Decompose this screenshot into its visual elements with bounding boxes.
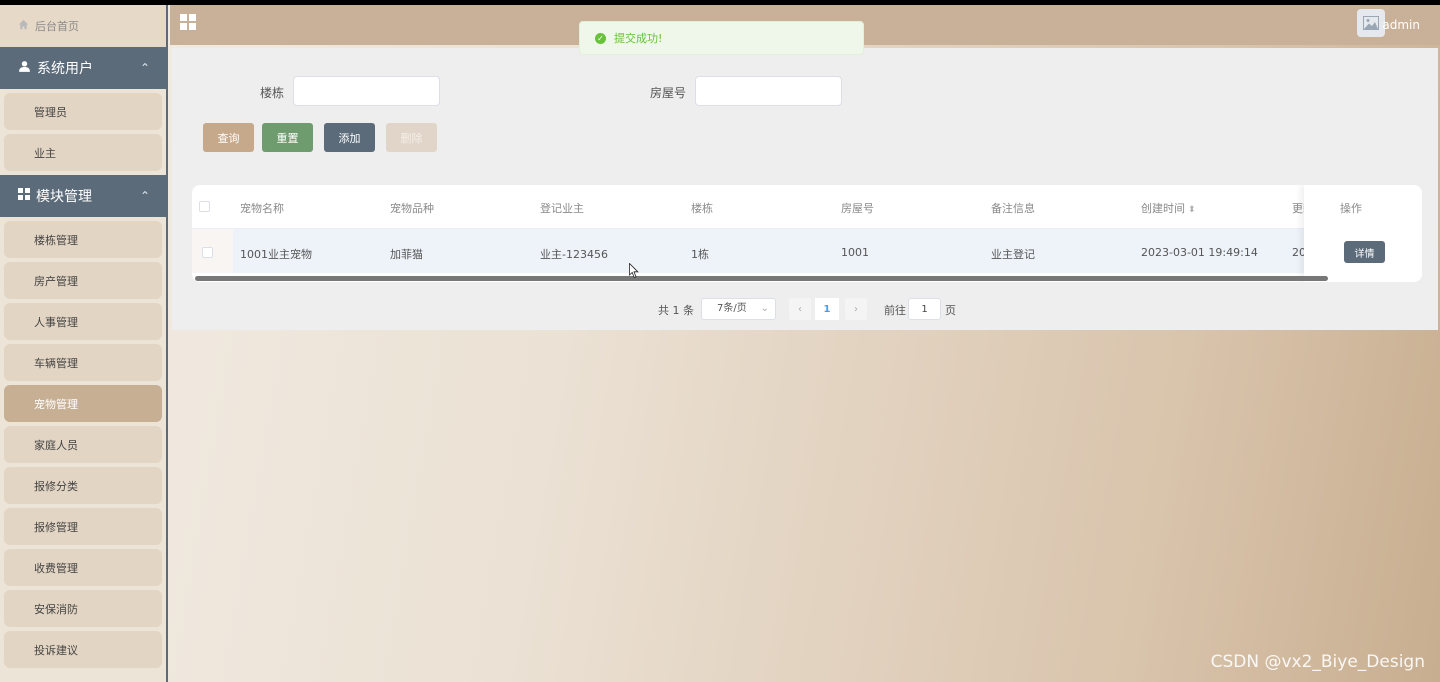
delete-button[interactable]: 删除	[386, 123, 437, 152]
toast-message: 提交成功!	[614, 32, 663, 45]
sidebar-item-owner[interactable]: 业主	[4, 134, 162, 171]
sidebar-item-repair[interactable]: 报修管理	[4, 508, 162, 545]
check-circle-icon: ✓	[595, 32, 606, 44]
chevron-up-icon: ⌃	[139, 189, 150, 203]
user-icon	[18, 60, 31, 77]
sidebar-item-admin[interactable]: 管理员	[4, 93, 162, 130]
next-page-button[interactable]: ›	[845, 298, 867, 320]
row-checkbox[interactable]	[202, 247, 213, 258]
cell-building: 1栋	[691, 248, 709, 261]
room-label: 房屋号	[650, 86, 687, 100]
cell-breed: 加菲猫	[390, 248, 423, 261]
pagination: 共 1 条 7条/页 ⌄ ‹ 1 › 前往 1 页	[172, 298, 1438, 320]
sidebar-item-personnel[interactable]: 人事管理	[4, 303, 162, 340]
sidebar-item-home[interactable]: 后台首页	[0, 5, 166, 47]
column-header: 宠物名称	[240, 202, 284, 215]
column-header: 楼栋	[691, 202, 713, 215]
column-header: 房屋号	[841, 202, 874, 215]
cell-pet-name: 1001业主宠物	[240, 248, 312, 261]
detail-button[interactable]: 详情	[1344, 241, 1385, 263]
page-number-current[interactable]: 1	[815, 298, 839, 320]
sidebar-item-complaint[interactable]: 投诉建议	[4, 631, 162, 668]
sidebar-item-security[interactable]: 安保消防	[4, 590, 162, 627]
page-unit-label: 页	[945, 304, 956, 317]
cell-room: 1001	[841, 246, 869, 259]
prev-page-button[interactable]: ‹	[789, 298, 811, 320]
reset-button[interactable]: 重置	[262, 123, 313, 152]
sidebar-item-fee[interactable]: 收费管理	[4, 549, 162, 586]
sidebar-item-pet[interactable]: 宠物管理	[4, 385, 162, 422]
mouse-cursor-icon	[629, 263, 639, 279]
goto-page-input[interactable]: 1	[908, 298, 941, 320]
sidebar-group-modules[interactable]: 模块管理 ⌃	[0, 175, 166, 217]
sidebar-item-building[interactable]: 楼栋管理	[4, 221, 162, 258]
table-row: 1001业主宠物 加菲猫 业主-123456 1栋 1001 业主登记 2023…	[192, 229, 1422, 273]
chevron-left-icon: ‹	[798, 303, 802, 315]
sidebar-item-property[interactable]: 房产管理	[4, 262, 162, 299]
select-all-checkbox[interactable]	[199, 201, 210, 212]
column-header: 登记业主	[540, 202, 584, 215]
row-select-cell	[192, 229, 233, 273]
column-header: 备注信息	[991, 202, 1035, 215]
column-header-sortable[interactable]: 创建时间 ⬍	[1141, 200, 1196, 216]
success-toast: ✓ 提交成功!	[579, 21, 864, 55]
table-header: 宠物名称 宠物品种 登记业主 楼栋 房屋号 备注信息 创建时间⬍ 更新时间	[192, 185, 1422, 229]
pagination-total: 共 1 条	[658, 304, 694, 317]
avatar[interactable]	[1357, 9, 1385, 37]
add-button[interactable]: 添加	[324, 123, 375, 152]
page-size-value: 7条/页	[717, 303, 747, 314]
operation-cell: 详情	[1304, 229, 1422, 273]
main-panel: 楼栋 房屋号 查询 重置 添加 删除 宠物名称 宠物品种 登记业主 楼栋 房屋号…	[172, 48, 1438, 330]
building-label: 楼栋	[260, 86, 285, 100]
sidebar: 后台首页 系统用户 ⌃ 管理员 业主 模块管理 ⌃ 楼栋管理 房产管理 人事管理…	[0, 5, 168, 682]
chevron-down-icon: ⌄	[760, 303, 769, 314]
home-icon	[18, 19, 29, 33]
menu-toggle-icon[interactable]	[180, 14, 196, 30]
chevron-up-icon: ⌃	[139, 61, 150, 75]
column-header: 宠物品种	[390, 202, 434, 215]
sidebar-home-label: 后台首页	[35, 20, 79, 33]
grid-icon	[18, 188, 30, 204]
cell-remark: 业主登记	[991, 248, 1035, 261]
sidebar-item-vehicle[interactable]: 车辆管理	[4, 344, 162, 381]
horizontal-scrollbar[interactable]	[195, 276, 1328, 281]
sidebar-group-label: 模块管理	[36, 189, 92, 205]
page-size-select[interactable]: 7条/页 ⌄	[701, 298, 776, 320]
sidebar-group-label: 系统用户	[37, 61, 93, 77]
user-name[interactable]: admin	[1382, 18, 1420, 32]
cell-created: 2023-03-01 19:49:14	[1141, 246, 1258, 259]
chevron-right-icon: ›	[854, 303, 858, 315]
query-button[interactable]: 查询	[203, 123, 254, 152]
operation-column: 操作 详情	[1304, 185, 1422, 282]
sidebar-group-system-users[interactable]: 系统用户 ⌃	[0, 47, 166, 89]
search-form: 楼栋 房屋号	[172, 76, 1438, 108]
data-table: 宠物名称 宠物品种 登记业主 楼栋 房屋号 备注信息 创建时间⬍ 更新时间 10…	[192, 185, 1422, 282]
app-screen: 后台首页 系统用户 ⌃ 管理员 业主 模块管理 ⌃ 楼栋管理 房产管理 人事管理…	[0, 5, 1440, 682]
room-input[interactable]	[695, 76, 842, 106]
column-header: 操作	[1340, 202, 1362, 215]
cell-owner: 业主-123456	[540, 248, 608, 261]
watermark: CSDN @vx2_Biye_Design	[1210, 652, 1425, 672]
sidebar-item-family[interactable]: 家庭人员	[4, 426, 162, 463]
goto-label: 前往	[884, 304, 906, 317]
sort-icon[interactable]: ⬍	[1188, 205, 1196, 215]
building-input[interactable]	[293, 76, 440, 106]
column-header-label: 创建时间	[1141, 202, 1185, 215]
image-icon	[1363, 16, 1379, 30]
sidebar-item-repair-category[interactable]: 报修分类	[4, 467, 162, 504]
